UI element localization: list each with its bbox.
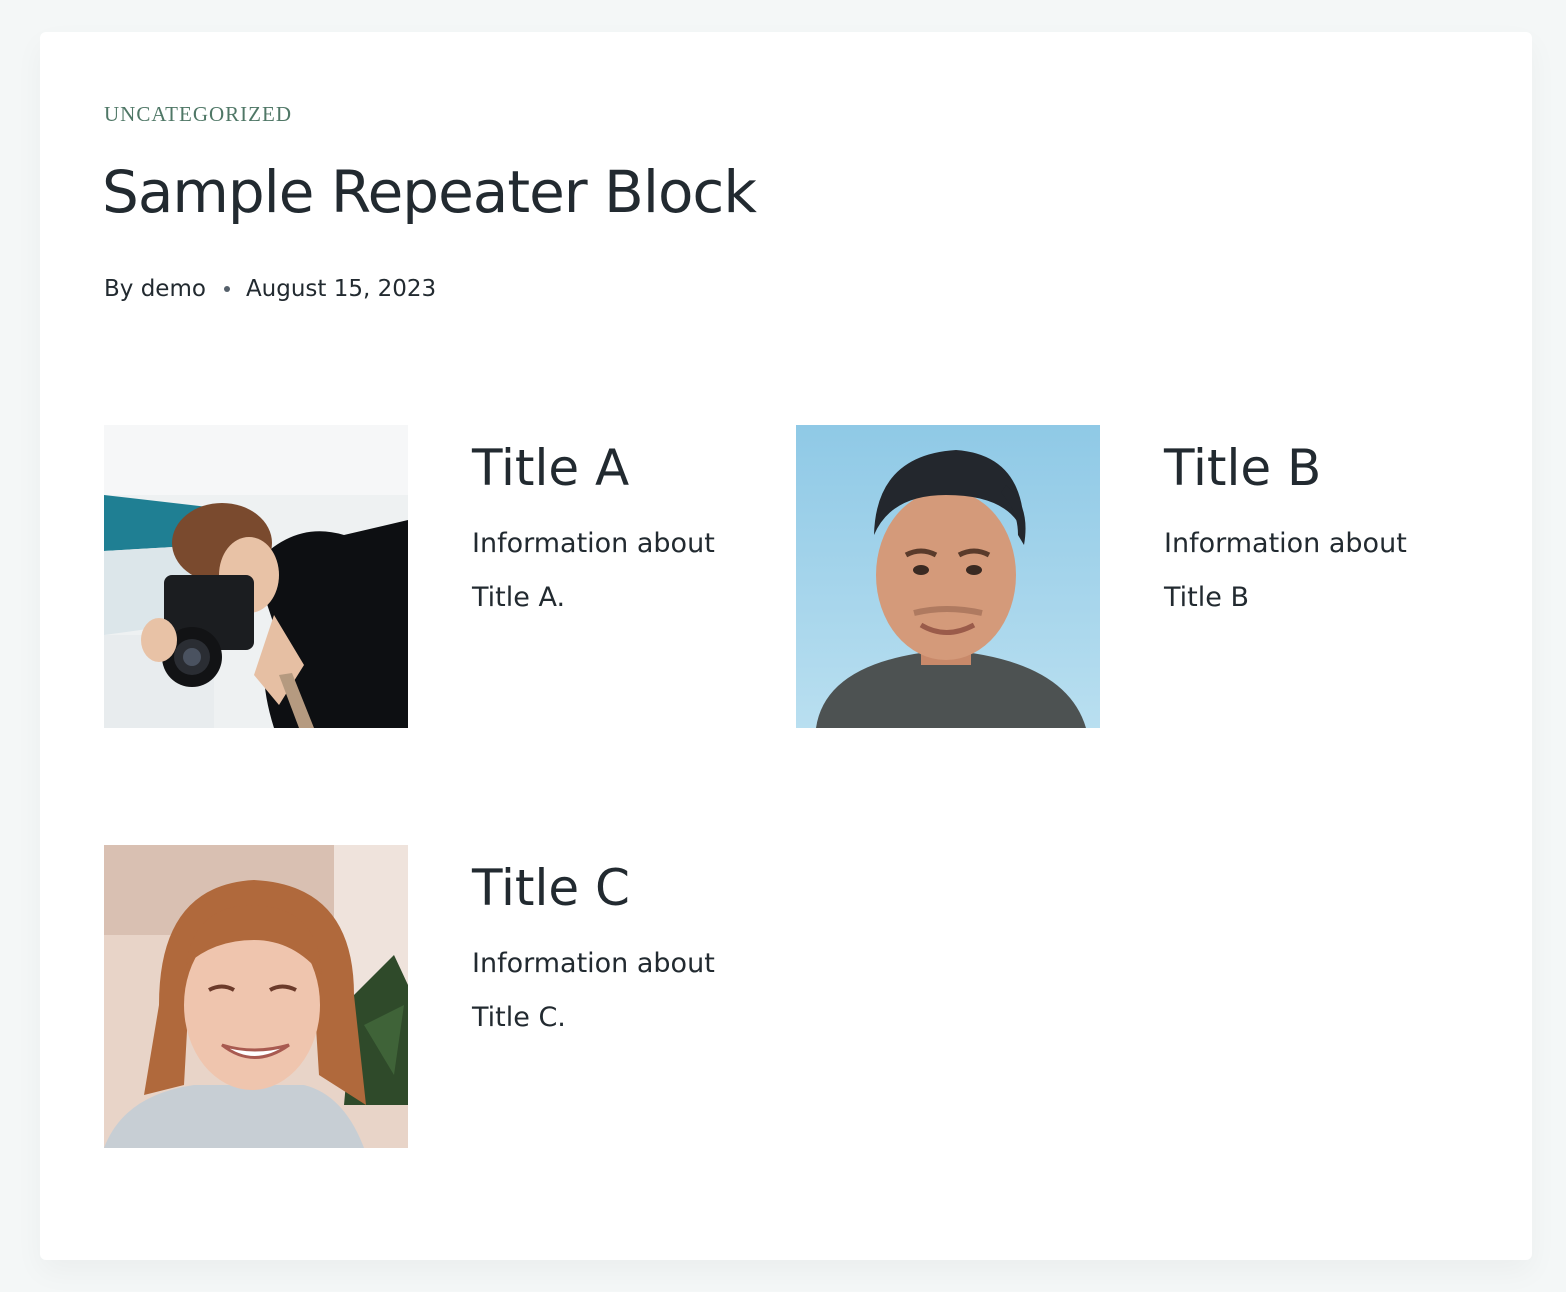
item-title: Title C: [472, 859, 630, 917]
repeater-item-a: Title A Information about Title A.: [104, 425, 784, 729]
post-date: August 15, 2023: [245, 276, 437, 302]
item-title: Title A: [472, 439, 630, 497]
post-author[interactable]: By demo: [104, 276, 206, 302]
meta-separator-dot: [223, 286, 230, 292]
repeater-item-c: Title C Information about Title C.: [104, 845, 784, 1149]
repeater-item-b: Title B Information about Title B: [796, 425, 1476, 729]
item-text: Information about Title C.: [472, 948, 715, 1033]
category-link[interactable]: UNCATEGORIZED: [104, 102, 292, 127]
man-portrait-photo: [796, 425, 1100, 728]
woman-portrait-photo: [104, 845, 408, 1148]
page-title: Sample Repeater Block: [102, 158, 757, 226]
photographer-photo: [104, 425, 408, 728]
post-card: UNCATEGORIZED Sample Repeater Block By d…: [40, 32, 1532, 1260]
item-title: Title B: [1164, 439, 1322, 497]
item-text: Information about Title A.: [472, 528, 715, 613]
post-meta: By demo August 15, 2023: [104, 276, 436, 302]
item-text: Information about Title B: [1164, 528, 1407, 613]
